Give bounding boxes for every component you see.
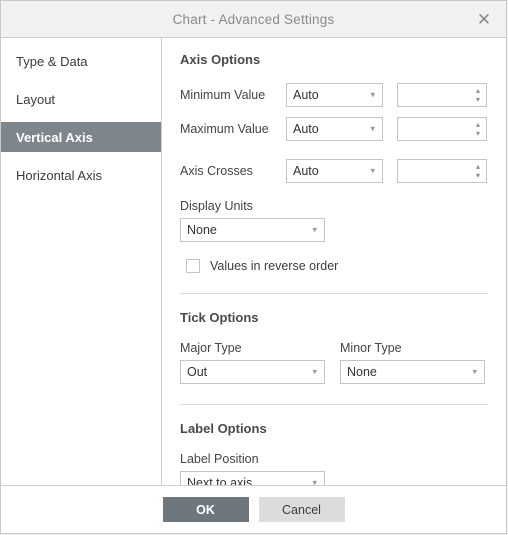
minimum-value-label: Minimum Value (180, 88, 266, 102)
display-units-label: Display Units (180, 199, 253, 213)
axis-crosses-select-value: Auto (293, 164, 319, 178)
sidebar-item-label: Type & Data (16, 53, 88, 69)
divider-tick-options (180, 293, 488, 294)
minimum-value-select[interactable]: Auto ▾ (286, 83, 383, 107)
minimum-value-row: Minimum Value Auto ▾ ▴ ▾ (180, 83, 488, 107)
tick-options-heading: Tick Options (180, 310, 259, 325)
dialog-footer: OK Cancel (1, 486, 506, 533)
stepper-arrows: ▴ ▾ (476, 160, 480, 182)
chevron-down-icon[interactable]: ▾ (476, 130, 480, 138)
dialog-titlebar: Chart - Advanced Settings ✕ (1, 1, 506, 38)
axis-crosses-stepper[interactable]: ▴ ▾ (397, 159, 487, 183)
sidebar-item-layout[interactable]: Layout (1, 84, 161, 114)
ok-button[interactable]: OK (162, 497, 249, 522)
tick-type-columns: Major Type Out ▾ Minor Type None ▾ (180, 341, 488, 384)
chevron-down-icon[interactable]: ▾ (476, 96, 480, 104)
chevron-down-icon: ▾ (312, 477, 317, 485)
minor-type-group: Minor Type None ▾ (340, 341, 485, 384)
minor-type-select[interactable]: None ▾ (340, 360, 485, 384)
values-in-reverse-order-label: Values in reverse order (210, 259, 339, 273)
display-units-group: Display Units None ▾ (180, 199, 488, 242)
tick-options-group: Tick Options Major Type Out ▾ Minor Type… (180, 310, 488, 384)
maximum-value-select[interactable]: Auto ▾ (286, 117, 383, 141)
display-units-select[interactable]: None ▾ (180, 218, 325, 242)
sidebar-item-type-and-data[interactable]: Type & Data (1, 46, 161, 76)
maximum-value-select-value: Auto (293, 122, 319, 136)
chevron-down-icon: ▾ (312, 224, 317, 235)
maximum-value-label: Maximum Value (180, 122, 269, 136)
sidebar-item-label: Horizontal Axis (16, 167, 102, 183)
chevron-down-icon[interactable]: ▾ (476, 172, 480, 180)
chevron-up-icon[interactable]: ▴ (476, 163, 480, 171)
chevron-down-icon: ▾ (370, 123, 375, 134)
display-units-value: None (187, 223, 217, 237)
axis-crosses-label: Axis Crosses (180, 164, 253, 178)
sidebar-item-label: Layout (16, 91, 56, 107)
sidebar-item-label: Vertical Axis (16, 129, 93, 145)
sidebar-item-horizontal-axis[interactable]: Horizontal Axis (1, 160, 161, 190)
chevron-up-icon[interactable]: ▴ (476, 87, 480, 95)
minimum-value-stepper[interactable]: ▴ ▾ (397, 83, 487, 107)
chevron-down-icon: ▾ (312, 366, 317, 377)
major-type-select[interactable]: Out ▾ (180, 360, 325, 384)
axis-crosses-select[interactable]: Auto ▾ (286, 159, 383, 183)
minor-type-value: None (347, 365, 377, 379)
label-options-heading: Label Options (180, 421, 267, 436)
dialog-body: Type & Data Layout Vertical Axis Horizon… (1, 38, 506, 486)
chevron-down-icon: ▾ (370, 89, 375, 100)
label-position-value: Next to axis (187, 476, 253, 485)
maximum-value-stepper[interactable]: ▴ ▾ (397, 117, 487, 141)
label-position-select[interactable]: Next to axis ▾ (180, 471, 325, 485)
chevron-down-icon: ▾ (472, 366, 477, 377)
cancel-button[interactable]: Cancel (258, 497, 345, 522)
advanced-settings-dialog: Chart - Advanced Settings ✕ Type & Data … (0, 0, 507, 534)
chevron-up-icon[interactable]: ▴ (476, 121, 480, 129)
label-position-label: Label Position (180, 452, 259, 466)
major-type-label: Major Type (180, 341, 242, 355)
maximum-value-row: Maximum Value Auto ▾ ▴ ▾ (180, 117, 488, 141)
settings-sidebar: Type & Data Layout Vertical Axis Horizon… (1, 38, 162, 485)
stepper-arrows: ▴ ▾ (476, 118, 480, 140)
settings-content-panel: Axis Options Minimum Value Auto ▾ ▴ ▾ Ma… (162, 38, 506, 485)
sidebar-item-vertical-axis[interactable]: Vertical Axis (1, 122, 161, 152)
values-in-reverse-order-checkbox[interactable] (186, 259, 200, 273)
axis-crosses-row: Axis Crosses Auto ▾ ▴ ▾ (180, 159, 488, 183)
dialog-title: Chart - Advanced Settings (172, 11, 335, 27)
chevron-down-icon: ▾ (370, 165, 375, 176)
major-type-group: Major Type Out ▾ (180, 341, 325, 384)
major-type-value: Out (187, 365, 208, 379)
minor-type-label: Minor Type (340, 341, 402, 355)
axis-options-heading: Axis Options (180, 52, 261, 67)
minimum-value-select-value: Auto (293, 88, 319, 102)
stepper-arrows: ▴ ▾ (476, 84, 480, 106)
close-icon[interactable]: ✕ (472, 7, 496, 31)
divider-label-options (180, 404, 488, 405)
values-in-reverse-order-row[interactable]: Values in reverse order (186, 259, 488, 273)
label-options-group: Label Options Label Position Next to axi… (180, 421, 488, 485)
